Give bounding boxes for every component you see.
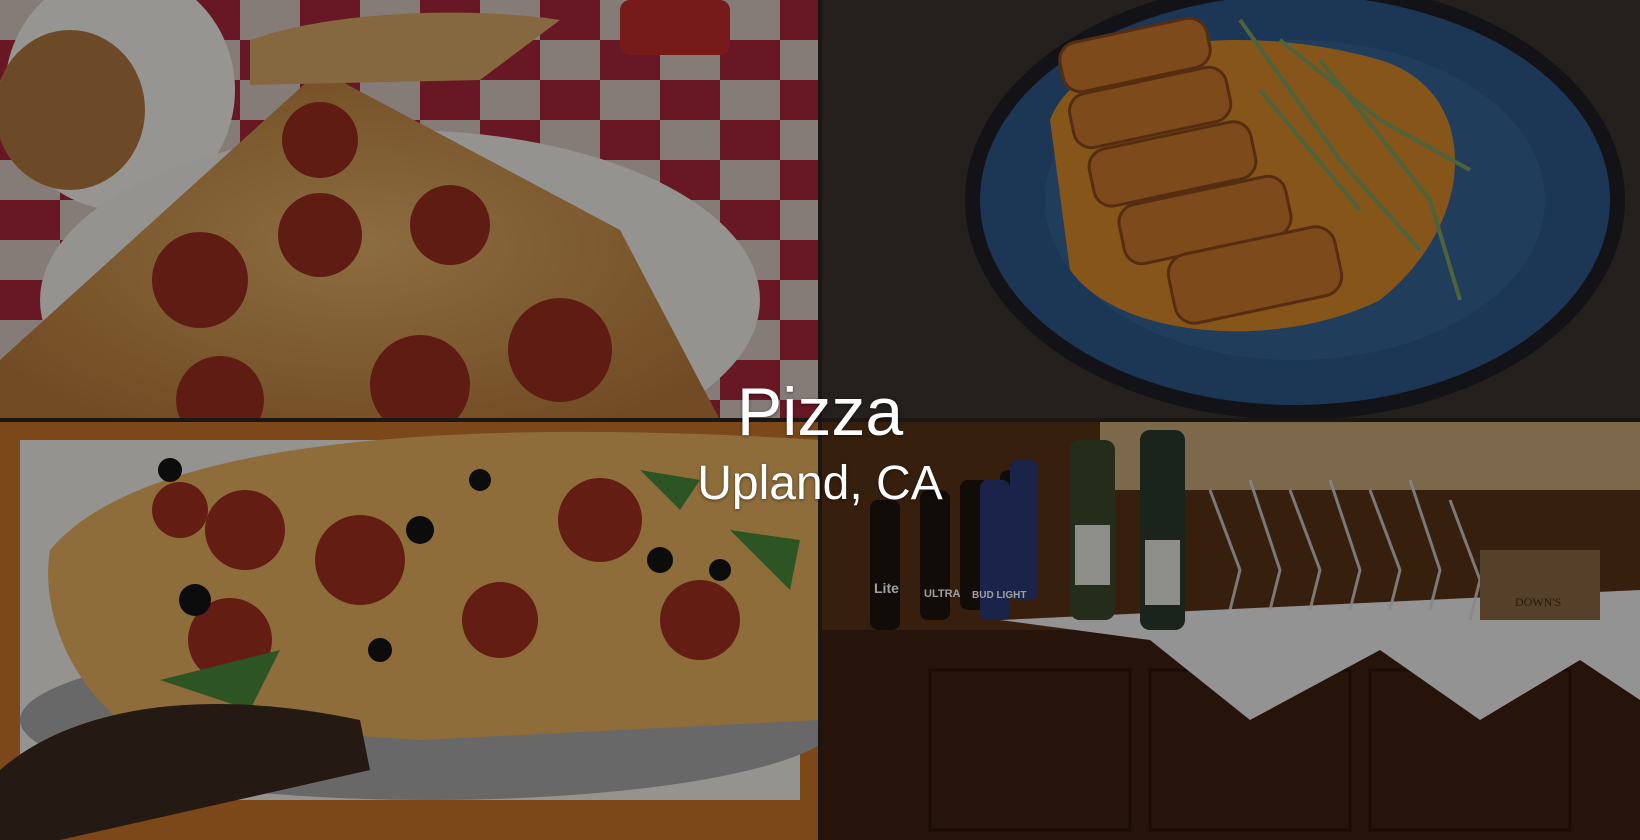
- photo-supreme-pizza: [0, 420, 820, 840]
- box-label: DOWN'S: [1515, 595, 1562, 609]
- horizontal-divider: [0, 418, 1640, 422]
- photo-pepperoni-pizza: [0, 0, 820, 420]
- photo-crusted-pork: [820, 0, 1640, 420]
- crusted-pork-image: [820, 0, 1640, 420]
- photo-collage: Lite ULTRA BUD LIGHT DOWN'S Pizza Upland…: [0, 0, 1640, 840]
- bottle-label-lite: Lite: [874, 580, 899, 596]
- bottle-label-bud-light: BUD LIGHT: [972, 590, 1027, 601]
- photo-drinks-table: Lite ULTRA BUD LIGHT DOWN'S: [820, 420, 1640, 840]
- supreme-pizza-image: [0, 420, 820, 840]
- pepperoni-pizza-image: [0, 0, 820, 420]
- drinks-table-image: [820, 420, 1640, 840]
- bottle-label-ultra: ULTRA: [924, 588, 961, 600]
